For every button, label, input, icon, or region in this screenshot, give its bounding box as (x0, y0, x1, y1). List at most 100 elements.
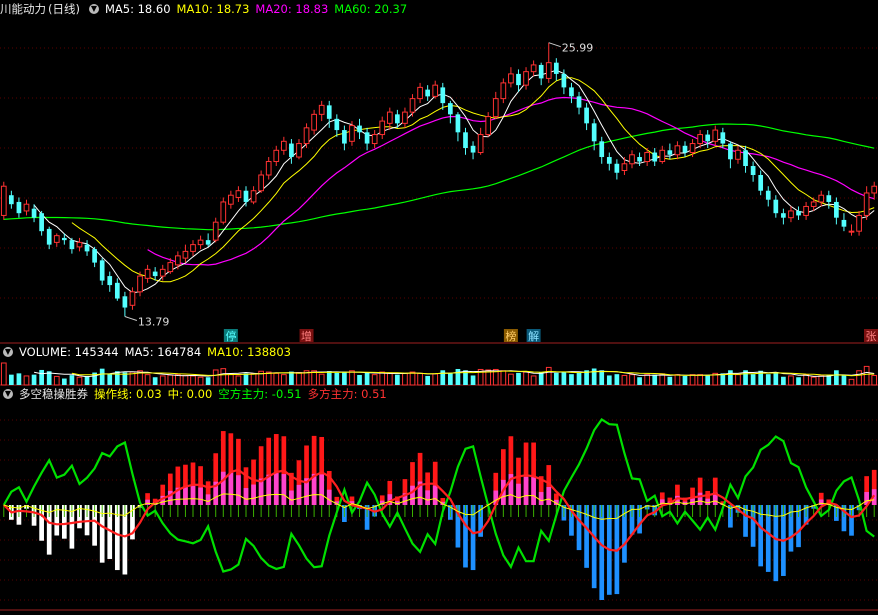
candle-body (834, 201, 839, 218)
stock-chart[interactable]: 25.99 13.79 停 增 榜解 张 (0, 0, 878, 615)
ma60-line (3, 123, 875, 231)
candle-body (379, 120, 386, 136)
candle-body (265, 161, 272, 176)
candle-body (485, 116, 492, 136)
candle-body (599, 141, 605, 158)
candle-body (39, 213, 44, 232)
candle-body (326, 105, 332, 119)
candle-body (826, 195, 832, 202)
candle-body (205, 240, 211, 245)
volume-bar (530, 375, 537, 386)
event-badge-text: 榜 (505, 329, 516, 343)
volume-bar (228, 374, 234, 386)
volume-bar (508, 373, 514, 386)
volume-bar (637, 377, 642, 385)
candle-body (250, 190, 257, 203)
indicator-bull-core (432, 485, 438, 505)
volume-bar (796, 377, 801, 385)
volume-bar (53, 375, 60, 386)
volume-bar (114, 371, 120, 385)
candle-body (750, 166, 756, 175)
volume-bar (834, 370, 839, 385)
candle-body (197, 239, 204, 246)
volume-bar (606, 375, 612, 385)
candle-body (576, 96, 582, 108)
candle-body (402, 111, 408, 124)
volume-bar (190, 375, 196, 386)
candle-body (614, 163, 620, 173)
candle-body (311, 113, 317, 131)
volume-bar (765, 374, 771, 385)
volume-bar (652, 374, 658, 385)
indicator-bull-core (705, 498, 711, 505)
volume-bar (235, 375, 242, 386)
candle-body (69, 240, 75, 250)
candle-body (470, 145, 476, 153)
candle-body (357, 125, 362, 133)
candle-body (621, 163, 628, 172)
volume-bar (250, 373, 257, 386)
volume-bar (818, 375, 825, 386)
volume-bar (856, 370, 862, 386)
indicator-bull-core (531, 476, 536, 505)
indicator-bull-core (273, 473, 279, 505)
indicator-bull-core (183, 486, 188, 505)
event-badge-text: 张 (866, 330, 877, 343)
volume-bar (326, 371, 332, 385)
volume-bar (425, 375, 430, 385)
candle-body (705, 134, 711, 142)
volume-bar (735, 374, 741, 386)
indicator-bull-core (410, 485, 415, 505)
candle-body (289, 143, 294, 158)
volume-bar (629, 374, 635, 386)
volume-bar (334, 372, 340, 385)
indicator-bull-core (296, 484, 302, 505)
volume-bar (84, 375, 90, 385)
volume-bar (379, 371, 386, 386)
volume-bar (697, 374, 703, 386)
candle-body (591, 123, 597, 142)
candle-body (584, 107, 589, 124)
volume-bar (220, 368, 227, 386)
candle-body (440, 87, 446, 104)
candle-body (818, 194, 825, 203)
volume-bar (289, 371, 294, 385)
candle-body (144, 268, 151, 279)
candle-body (871, 185, 878, 194)
volume-bar (76, 376, 83, 386)
volume-bar (205, 377, 211, 385)
candle-body (803, 205, 809, 216)
volume-bar (810, 376, 817, 386)
candle-body (152, 271, 158, 277)
volume-bar (152, 377, 158, 385)
volume-bar (280, 374, 287, 386)
candle-body (545, 62, 552, 79)
volume-bar (23, 375, 30, 386)
volume-bar (682, 375, 688, 385)
candle-body (644, 152, 650, 163)
candle-body (561, 73, 567, 88)
volume-bar (364, 372, 370, 385)
indicator-bull-core (523, 476, 529, 505)
indicator-bull-core (266, 474, 272, 505)
candle-body (689, 143, 696, 154)
candle-body (720, 132, 726, 144)
candle-body (84, 244, 90, 252)
volume-bar (705, 375, 711, 385)
volume-bar (689, 374, 696, 386)
candle-body (76, 241, 83, 248)
candle-body (212, 221, 219, 241)
volume-bar (614, 374, 620, 385)
candle-body (743, 150, 748, 167)
volume-bar (440, 370, 446, 385)
ma5-line (33, 69, 875, 294)
candle-body (228, 194, 234, 205)
volume-bar (538, 372, 544, 385)
indicator-bull-core (538, 492, 544, 505)
candle-body (129, 291, 136, 306)
volume-bar (644, 374, 650, 386)
bear-force-line (2, 418, 875, 573)
candle-body (712, 129, 719, 142)
candle-body (463, 132, 468, 149)
volume-bar (99, 368, 105, 385)
